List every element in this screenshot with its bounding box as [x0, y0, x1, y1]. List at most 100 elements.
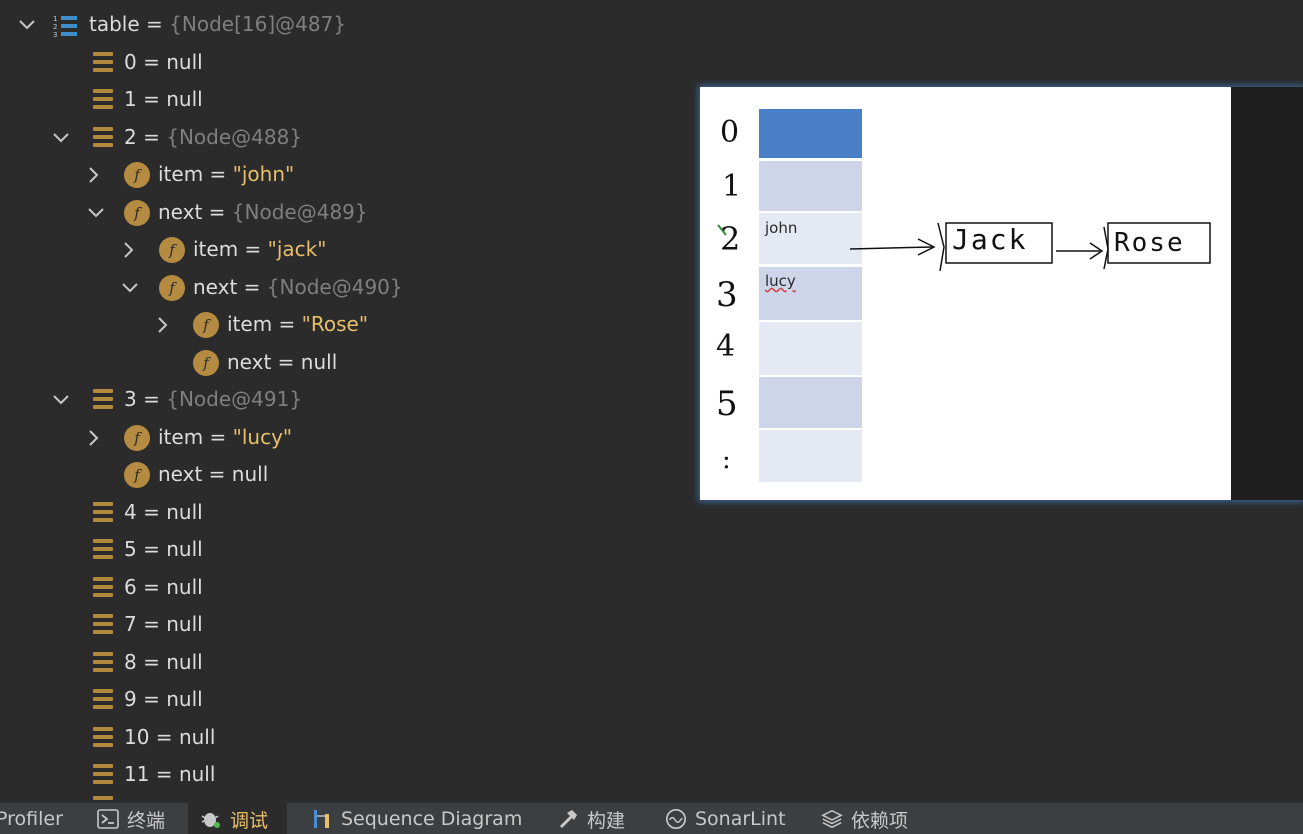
- tree-row-index-11[interactable]: 11 = null: [0, 756, 690, 793]
- array-element-icon: [93, 577, 113, 597]
- tool-label: 依赖项: [851, 809, 909, 832]
- variable-name: item: [158, 162, 204, 186]
- variable-name: 4: [124, 500, 137, 524]
- field-icon: f: [124, 200, 150, 226]
- chevron-down-icon[interactable]: [16, 14, 38, 36]
- tree-row-field-next[interactable]: f next = {Node@490}: [0, 269, 690, 306]
- variable-value: null: [166, 87, 203, 111]
- chevron-right-icon[interactable]: [83, 427, 105, 449]
- linked-list-arrows: [717, 222, 1211, 272]
- variable-value: null: [300, 350, 338, 374]
- variable-value: {Node@491}: [166, 387, 303, 411]
- tool-label: Profiler: [0, 808, 63, 830]
- variable-value: null: [166, 50, 203, 74]
- equals-sign: =: [238, 237, 268, 261]
- variable-value: null: [166, 575, 203, 599]
- variable-value: "jack": [267, 237, 327, 261]
- variable-name: item: [227, 312, 273, 336]
- variable-value: "Rose": [301, 312, 369, 336]
- chevron-right-icon[interactable]: [83, 164, 105, 186]
- tool-sonarlint[interactable]: SonarLint: [665, 803, 790, 834]
- chevron-down-icon[interactable]: [50, 389, 72, 411]
- array-element-icon: [93, 89, 113, 109]
- tree-row-field-item[interactable]: f item = "lucy": [0, 419, 690, 456]
- tool-dependencies[interactable]: 依赖项: [821, 803, 921, 834]
- variable-value: null: [166, 612, 203, 636]
- field-icon: f: [124, 162, 150, 188]
- svg-text:1: 1: [53, 15, 57, 23]
- variable-name: 1: [124, 87, 137, 111]
- equals-sign: =: [136, 125, 167, 149]
- tool-label: Sequence Diagram: [341, 808, 523, 830]
- equals-sign: =: [149, 725, 179, 749]
- equals-sign: =: [271, 350, 301, 374]
- debugger-window: { "variables": { "rows": [ {"name": "tab…: [0, 0, 1303, 834]
- svg-text:2: 2: [53, 23, 57, 31]
- variable-value: {Node@488}: [166, 125, 303, 149]
- chevron-down-icon[interactable]: [50, 127, 72, 149]
- tree-row-field-item[interactable]: f item = "jack": [0, 231, 690, 268]
- tree-row-table[interactable]: 1 2 3 table = {Node[16]@487}: [0, 6, 690, 43]
- variable-value: null: [178, 762, 216, 786]
- list-icon: 1 2 3: [53, 13, 79, 39]
- equals-sign: =: [149, 762, 179, 786]
- variable-name: next: [193, 275, 238, 299]
- hash-table-sketch: john lucy 0 1 2 3 4 5 : Jack Rose: [700, 87, 1303, 500]
- field-icon: f: [193, 312, 219, 338]
- tree-row-index-0[interactable]: 0 = null: [0, 44, 690, 81]
- array-element-icon: [93, 614, 113, 634]
- variable-value: {Node@490}: [266, 275, 403, 299]
- tree-row-field-next[interactable]: f next = {Node@489}: [0, 194, 690, 231]
- tool-sequence-diagram[interactable]: Sequence Diagram: [311, 803, 526, 834]
- tree-row-index-2[interactable]: 2 = {Node@488}: [0, 119, 690, 156]
- variable-name: next: [158, 462, 203, 486]
- tree-row-index-5[interactable]: 5 = null: [0, 531, 690, 568]
- tree-row-index-8[interactable]: 8 = null: [0, 644, 690, 681]
- tree-row-index-1[interactable]: 1 = null: [0, 81, 690, 118]
- tree-row-index-10[interactable]: 10 = null: [0, 719, 690, 756]
- tool-profiler[interactable]: Profiler: [0, 803, 72, 834]
- tree-row-index-7[interactable]: 7 = null: [0, 606, 690, 643]
- tree-row-field-next[interactable]: f next = null: [0, 344, 690, 381]
- tree-row-field-item[interactable]: f item = "Rose": [0, 306, 690, 343]
- array-element-icon: [93, 539, 113, 559]
- field-icon: f: [159, 237, 185, 263]
- equals-sign: =: [202, 462, 232, 486]
- field-icon: f: [124, 425, 150, 451]
- tool-build[interactable]: 构建: [557, 803, 637, 834]
- equals-sign: =: [136, 612, 167, 636]
- variable-name: item: [158, 425, 204, 449]
- tree-row-field-next[interactable]: f next = null: [0, 456, 690, 493]
- array-element-icon: [93, 689, 113, 709]
- variable-value: null: [231, 462, 269, 486]
- variable-value: null: [178, 725, 216, 749]
- tree-row-field-item[interactable]: f item = "john": [0, 156, 690, 193]
- chevron-right-icon[interactable]: [118, 239, 140, 261]
- tool-debug[interactable]: 调试: [188, 803, 287, 834]
- sonarlint-icon: [665, 808, 687, 830]
- variable-value: null: [166, 537, 203, 561]
- chevron-down-icon[interactable]: [85, 202, 107, 224]
- node-label-jack: Jack: [952, 223, 1028, 256]
- tree-row-index-4[interactable]: 4 = null: [0, 494, 690, 531]
- equals-sign: =: [136, 687, 167, 711]
- tree-row-index-9[interactable]: 9 = null: [0, 681, 690, 718]
- bottom-tool-window-bar: Profiler 终端 调试 Sequence Diagram 构建 Sonar…: [0, 802, 1303, 834]
- equals-sign: =: [136, 650, 167, 674]
- equals-sign: =: [139, 12, 170, 36]
- chevron-down-icon[interactable]: [119, 277, 141, 299]
- terminal-icon: [97, 808, 119, 830]
- node-label-rose: Rose: [1114, 228, 1185, 258]
- tool-terminal[interactable]: 终端: [97, 803, 187, 834]
- equals-sign: =: [203, 425, 233, 449]
- variable-name: 6: [124, 575, 137, 599]
- array-element-icon: [93, 652, 113, 672]
- tree-row-index-3[interactable]: 3 = {Node@491}: [0, 381, 690, 418]
- chevron-right-icon[interactable]: [152, 314, 174, 336]
- equals-sign: =: [202, 200, 232, 224]
- variable-name: 3: [124, 387, 137, 411]
- variable-value: null: [166, 687, 203, 711]
- array-element-icon: [93, 52, 113, 72]
- tree-row-index-6[interactable]: 6 = null: [0, 569, 690, 606]
- variable-name: item: [193, 237, 239, 261]
